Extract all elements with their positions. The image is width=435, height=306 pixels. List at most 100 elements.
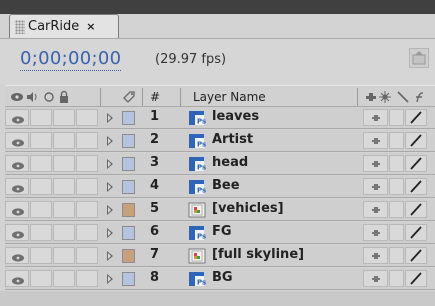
lock-switch[interactable]	[76, 247, 98, 264]
lock-switch[interactable]	[76, 155, 98, 172]
video-switch[interactable]	[5, 132, 29, 149]
shy-switch[interactable]	[363, 270, 388, 287]
layer-row[interactable]: 7 [full skyline]	[5, 245, 435, 267]
lock-switch[interactable]	[76, 270, 98, 287]
collapse-switch[interactable]	[389, 224, 404, 241]
solo-switch[interactable]	[53, 201, 75, 218]
solo-switch[interactable]	[53, 132, 75, 149]
audio-switch[interactable]	[30, 155, 52, 172]
quality-switch[interactable]	[405, 109, 427, 126]
video-switch[interactable]	[5, 270, 29, 287]
solo-switch[interactable]	[53, 178, 75, 195]
shy-switch[interactable]	[363, 132, 388, 149]
solo-switch[interactable]	[53, 270, 75, 287]
layer-row[interactable]: 6 Ps FG	[5, 222, 435, 244]
lock-switch[interactable]	[76, 224, 98, 241]
photoshop-layer-icon: Ps	[188, 179, 206, 195]
solo-switch[interactable]	[53, 224, 75, 241]
label-color-swatch[interactable]	[122, 226, 135, 240]
tab-carride[interactable]: CarRide ×	[9, 14, 119, 38]
column-separator[interactable]	[180, 88, 181, 106]
grip-icon[interactable]	[15, 19, 25, 34]
layer-name[interactable]: Artist	[212, 132, 253, 147]
close-icon[interactable]: ×	[86, 20, 95, 33]
quality-switch[interactable]	[405, 155, 427, 172]
tab-title: CarRide	[28, 19, 80, 34]
label-header[interactable]	[122, 86, 136, 108]
video-switch[interactable]	[5, 201, 29, 218]
number-header[interactable]: #	[150, 86, 160, 108]
label-color-swatch[interactable]	[122, 134, 135, 148]
lock-switch[interactable]	[76, 178, 98, 195]
label-color-swatch[interactable]	[122, 111, 135, 125]
svg-text:Ps: Ps	[197, 141, 206, 149]
shy-switch[interactable]	[363, 178, 388, 195]
audio-switch[interactable]	[30, 178, 52, 195]
lock-switch[interactable]	[76, 132, 98, 149]
video-switch[interactable]	[5, 155, 29, 172]
layer-row[interactable]: 3 Ps head	[5, 153, 435, 175]
layer-row[interactable]: 8 Ps BG	[5, 268, 435, 290]
audio-switch[interactable]	[30, 109, 52, 126]
video-switch[interactable]	[5, 224, 29, 241]
svg-text:Ps: Ps	[197, 164, 206, 172]
collapse-switch[interactable]	[389, 247, 404, 264]
shy-switch[interactable]	[363, 109, 388, 126]
column-separator[interactable]	[357, 88, 358, 106]
lock-switch[interactable]	[76, 109, 98, 126]
collapse-switch[interactable]	[389, 109, 404, 126]
shy-switch[interactable]	[363, 247, 388, 264]
collapse-switch[interactable]	[389, 155, 404, 172]
layer-name[interactable]: leaves	[212, 109, 259, 124]
quality-switch[interactable]	[405, 224, 427, 241]
audio-switch[interactable]	[30, 132, 52, 149]
layer-row[interactable]: 4 Ps Bee	[5, 176, 435, 198]
collapse-switch[interactable]	[389, 178, 404, 195]
expand-triangle-inner	[108, 161, 111, 167]
layer-name[interactable]: Bee	[212, 178, 240, 193]
shy-switch[interactable]	[363, 201, 388, 218]
audio-switch[interactable]	[30, 247, 52, 264]
layer-name[interactable]: FG	[212, 224, 232, 239]
video-switch[interactable]	[5, 109, 29, 126]
lock-switch[interactable]	[76, 201, 98, 218]
collapse-switch[interactable]	[389, 270, 404, 287]
label-color-swatch[interactable]	[122, 203, 135, 217]
solo-switch[interactable]	[53, 155, 75, 172]
column-separator[interactable]	[142, 88, 143, 106]
label-color-swatch[interactable]	[122, 249, 135, 263]
shy-switch[interactable]	[363, 224, 388, 241]
audio-switch[interactable]	[30, 270, 52, 287]
collapse-switch[interactable]	[389, 132, 404, 149]
quality-switch[interactable]	[405, 247, 427, 264]
eye-icon	[12, 231, 24, 239]
label-color-swatch[interactable]	[122, 180, 135, 194]
layer-name[interactable]: [full skyline]	[212, 247, 304, 262]
quality-switch[interactable]	[405, 270, 427, 287]
video-switch[interactable]	[5, 247, 29, 264]
shy-switch[interactable]	[363, 155, 388, 172]
layer-row[interactable]: 5 [vehicles]	[5, 199, 435, 221]
audio-switch[interactable]	[30, 201, 52, 218]
solo-switch[interactable]	[53, 247, 75, 264]
solo-switch[interactable]	[53, 109, 75, 126]
layer-name[interactable]: BG	[212, 270, 233, 285]
quality-switch[interactable]	[405, 201, 427, 218]
quality-switch[interactable]	[405, 132, 427, 149]
current-time-display[interactable]: 0;00;00;00	[20, 48, 122, 71]
label-color-swatch[interactable]	[122, 157, 135, 171]
quality-slash-icon	[410, 111, 422, 124]
layer-name-header[interactable]: Layer Name	[193, 86, 266, 108]
collapse-switch[interactable]	[389, 201, 404, 218]
column-separator[interactable]	[100, 88, 101, 106]
label-color-swatch[interactable]	[122, 272, 135, 286]
quality-slash-icon	[410, 272, 422, 285]
video-switch[interactable]	[5, 178, 29, 195]
layer-name[interactable]: [vehicles]	[212, 201, 284, 216]
layer-name[interactable]: head	[212, 155, 248, 170]
audio-switch[interactable]	[30, 224, 52, 241]
layer-row[interactable]: 2 Ps Artist	[5, 130, 435, 152]
comp-mini-flowchart-button[interactable]	[409, 48, 429, 68]
layer-row[interactable]: 1 Ps leaves	[5, 107, 435, 129]
quality-switch[interactable]	[405, 178, 427, 195]
